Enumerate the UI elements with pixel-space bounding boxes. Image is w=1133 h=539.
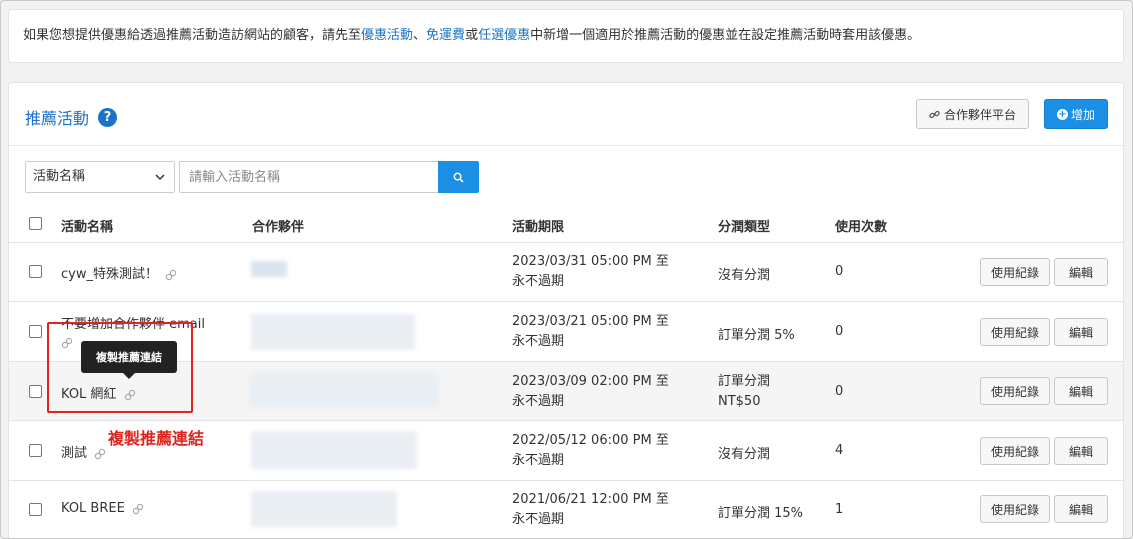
search-field-value: 活動名稱 xyxy=(33,169,86,184)
edit-button[interactable]: 編輯 xyxy=(1054,318,1108,346)
partner-redacted xyxy=(251,431,417,469)
row-checkbox[interactable] xyxy=(29,385,42,398)
table-header: 活動名稱 合作夥伴 活動期限 分潤類型 使用次數 xyxy=(9,205,1123,243)
period-end: 永不過期 xyxy=(512,453,565,468)
period-end: 永不過期 xyxy=(512,334,565,349)
campaign-period: 2023/03/09 02:00 PM 至 永不過期 xyxy=(512,372,669,412)
annotation-label: 複製推薦連結 xyxy=(108,429,205,448)
partner-redacted xyxy=(251,491,397,527)
period-start: 2021/06/21 12:00 PM 至 xyxy=(512,492,669,507)
period-end: 永不過期 xyxy=(512,394,565,409)
search-icon xyxy=(453,172,464,182)
copy-link-icon[interactable] xyxy=(94,448,106,460)
commission-type: 訂單分潤 15% xyxy=(718,506,804,521)
commission-type: 沒有分潤 xyxy=(718,447,771,462)
period-end: 永不過期 xyxy=(512,512,565,527)
copy-link-icon[interactable] xyxy=(132,503,144,515)
col-header-partner: 合作夥伴 xyxy=(252,220,305,235)
usage-log-button[interactable]: 使用紀錄 xyxy=(980,318,1050,346)
commission-type: 訂單分潤 NT$50 xyxy=(718,372,770,412)
period-start: 2023/03/09 02:00 PM 至 xyxy=(512,374,669,389)
table-row: KOL BREE 2021/06/21 12:00 PM 至 永不過期 訂單分潤… xyxy=(9,481,1123,539)
referral-panel: 推薦活動 ? 合作夥伴平台 + 增加 活動名稱 請輸入活動名稱 活動名稱 合作夥… xyxy=(8,82,1124,539)
table-row: cyw_特殊測試！ 2023/03/31 05:00 PM 至 永不過期 沒有分… xyxy=(9,243,1123,302)
period-start: 2022/05/12 06:00 PM 至 xyxy=(512,433,669,448)
campaign-period: 2022/05/12 06:00 PM 至 永不過期 xyxy=(512,431,669,471)
col-header-commission: 分潤類型 xyxy=(718,220,771,235)
usage-count: 4 xyxy=(835,443,844,458)
copy-link-icon[interactable] xyxy=(165,269,177,281)
chevron-down-icon xyxy=(154,162,166,204)
col-header-usage: 使用次數 xyxy=(835,220,888,235)
campaign-name: 測試 xyxy=(61,442,106,461)
campaign-period: 2023/03/21 05:00 PM 至 永不過期 xyxy=(512,312,669,352)
usage-count: 0 xyxy=(835,384,844,399)
plus-icon: + xyxy=(1056,108,1068,120)
partner-platform-button[interactable]: 合作夥伴平台 xyxy=(916,99,1029,129)
campaign-name-text: cyw_特殊測試！ xyxy=(61,267,158,282)
notice-suffix: 中新增一個適用於推薦活動的優惠並在設定推薦活動時套用該優惠。 xyxy=(530,28,921,43)
panel-header: 推薦活動 ? 合作夥伴平台 + 增加 xyxy=(9,83,1123,146)
usage-log-button[interactable]: 使用紀錄 xyxy=(980,495,1050,523)
usage-log-button[interactable]: 使用紀錄 xyxy=(980,258,1050,286)
period-start: 2023/03/31 05:00 PM 至 xyxy=(512,254,669,269)
add-button-label: 增加 xyxy=(1070,107,1095,122)
annotation-highlight-box xyxy=(47,322,193,413)
notice-sep1: 、 xyxy=(413,28,427,43)
partner-redacted xyxy=(249,372,439,408)
select-all-checkbox[interactable] xyxy=(29,217,42,230)
edit-button[interactable]: 編輯 xyxy=(1054,258,1108,286)
usage-count: 0 xyxy=(835,264,844,279)
commission-type: 沒有分潤 xyxy=(718,268,771,283)
edit-button[interactable]: 編輯 xyxy=(1054,437,1108,465)
page-title: 推薦活動 ? xyxy=(25,105,118,129)
partner-redacted xyxy=(251,314,415,350)
edit-button[interactable]: 編輯 xyxy=(1054,495,1108,523)
campaign-name-text: 測試 xyxy=(61,446,88,461)
col-header-name: 活動名稱 xyxy=(61,220,114,235)
period-start: 2023/03/21 05:00 PM 至 xyxy=(512,314,669,329)
row-checkbox[interactable] xyxy=(29,265,42,278)
campaign-name: cyw_特殊測試！ xyxy=(61,263,177,282)
help-icon[interactable]: ? xyxy=(98,107,118,127)
campaign-period: 2023/03/31 05:00 PM 至 永不過期 xyxy=(512,252,669,292)
partner-platform-label: 合作夥伴平台 xyxy=(943,107,1016,122)
row-checkbox[interactable] xyxy=(29,503,42,516)
commission-type-line1: 訂單分潤 xyxy=(718,374,771,389)
partner-redacted xyxy=(251,261,287,277)
row-checkbox[interactable] xyxy=(29,444,42,457)
notice-prefix: 如果您想提供優惠給透過推薦活動造訪網站的顧客，請先至 xyxy=(23,28,362,43)
add-button[interactable]: + 增加 xyxy=(1044,99,1108,129)
link-icon xyxy=(929,110,940,118)
free-shipping-link[interactable]: 免運費 xyxy=(426,28,465,43)
period-end: 永不過期 xyxy=(512,274,565,289)
usage-log-button[interactable]: 使用紀錄 xyxy=(980,377,1050,405)
search-field-select[interactable]: 活動名稱 xyxy=(25,161,175,193)
campaign-period: 2021/06/21 12:00 PM 至 永不過期 xyxy=(512,490,669,530)
search-button[interactable] xyxy=(438,161,479,193)
search-input[interactable] xyxy=(179,161,439,193)
promotions-link[interactable]: 優惠活動 xyxy=(361,28,413,43)
edit-button[interactable]: 編輯 xyxy=(1054,377,1108,405)
row-checkbox[interactable] xyxy=(29,325,42,338)
campaign-name-text: KOL BREE xyxy=(61,501,125,516)
campaign-name: KOL BREE xyxy=(61,501,144,516)
optional-discount-link[interactable]: 任選優惠 xyxy=(478,28,530,43)
commission-type: 訂單分潤 5% xyxy=(718,328,795,343)
usage-count: 0 xyxy=(835,324,844,339)
referral-notice: 如果您想提供優惠給透過推薦活動造訪網站的顧客，請先至優惠活動、免運費或任選優惠中… xyxy=(8,9,1124,63)
col-header-period: 活動期限 xyxy=(512,220,565,235)
usage-count: 1 xyxy=(835,502,844,517)
page-title-text: 推薦活動 xyxy=(25,109,90,128)
commission-type-line2: NT$50 xyxy=(718,394,761,409)
usage-log-button[interactable]: 使用紀錄 xyxy=(980,437,1050,465)
notice-sep2: 或 xyxy=(465,28,479,43)
